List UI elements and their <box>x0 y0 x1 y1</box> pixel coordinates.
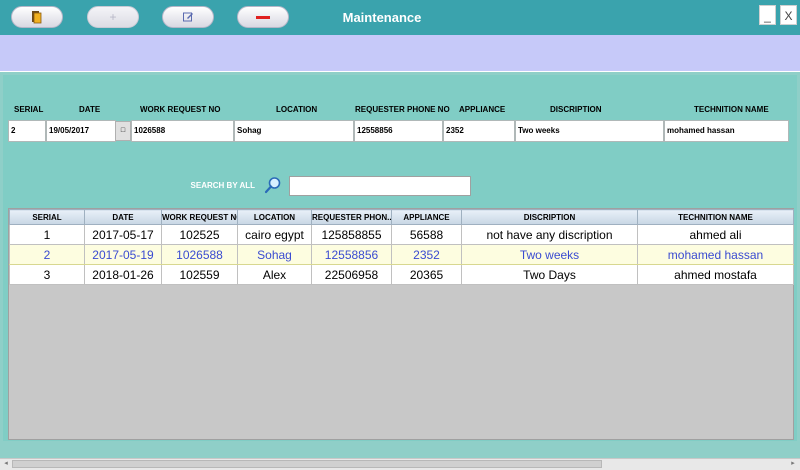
appliance-field[interactable]: 2352 <box>443 120 515 142</box>
edit-button[interactable] <box>162 6 214 28</box>
cell-work-request-no[interactable]: 1026588 <box>161 244 238 265</box>
cell-requester-phone[interactable]: 12558856 <box>311 244 392 265</box>
delete-button[interactable] <box>237 6 289 28</box>
cell-date[interactable]: 2017-05-19 <box>84 244 162 265</box>
close-button[interactable]: X <box>780 5 797 25</box>
work-request-no-field[interactable]: 1026588 <box>131 120 234 142</box>
cell-location[interactable]: Sohag <box>237 244 312 265</box>
cell-appliance[interactable]: 2352 <box>391 244 462 265</box>
table-header-row: SERIAL DATE WORK REQUEST NO LOCATION REQ… <box>9 209 794 225</box>
cell-work-request-no[interactable]: 102525 <box>161 224 238 245</box>
cell-serial[interactable]: 2 <box>9 244 85 265</box>
search-label: SEARCH BY ALL <box>190 181 255 190</box>
date-field[interactable]: 19/05/2017 <box>46 120 116 142</box>
location-field[interactable]: Sohag <box>234 120 354 142</box>
form-header-date: DATE <box>79 105 101 114</box>
cell-location[interactable]: Alex <box>237 264 312 285</box>
cell-technition-name[interactable]: mohamed hassan <box>637 244 794 265</box>
form-header-requester-phone-no: REQUESTER PHONE NO <box>355 105 450 114</box>
column-header-discription[interactable]: DISCRIPTION <box>461 209 638 225</box>
minimize-button[interactable]: _ <box>759 5 776 25</box>
search-icon[interactable] <box>264 176 282 194</box>
cell-requester-phone[interactable]: 22506958 <box>311 264 392 285</box>
requester-phone-no-field[interactable]: 12558856 <box>354 120 443 142</box>
form-header-work-request-no: WORK REQUEST NO <box>140 105 221 114</box>
records-table: SERIAL DATE WORK REQUEST NO LOCATION REQ… <box>9 209 794 285</box>
cell-discription[interactable]: Two weeks <box>461 244 638 265</box>
form-header-discription: DISCRIPTION <box>550 105 602 114</box>
discription-field[interactable]: Two weeks <box>515 120 664 142</box>
cell-appliance[interactable]: 20365 <box>391 264 462 285</box>
cell-serial[interactable]: 3 <box>9 264 85 285</box>
table-row[interactable]: 3 2018-01-26 102559 Alex 22506958 20365 … <box>9 264 794 285</box>
cell-date[interactable]: 2018-01-26 <box>84 264 162 285</box>
cell-technition-name[interactable]: ahmed ali <box>637 224 794 245</box>
cell-discription[interactable]: Two Days <box>461 264 638 285</box>
toolbar <box>0 35 800 71</box>
cell-location[interactable]: cairo egypt <box>237 224 312 245</box>
cell-serial[interactable]: 1 <box>9 224 85 245</box>
column-header-technition-name[interactable]: TECHNITION NAME <box>637 209 794 225</box>
table-row-selected[interactable]: 2 2017-05-19 1026588 Sohag 12558856 2352… <box>9 244 794 265</box>
add-button[interactable]: + <box>87 6 139 28</box>
open-button[interactable] <box>11 6 63 28</box>
cell-date[interactable]: 2017-05-17 <box>84 224 162 245</box>
minus-icon <box>256 15 270 19</box>
cell-appliance[interactable]: 56588 <box>391 224 462 245</box>
column-header-date[interactable]: DATE <box>84 209 162 225</box>
date-picker-button[interactable]: □ <box>115 121 131 141</box>
folder-icon <box>32 11 42 24</box>
plus-icon: + <box>109 10 117 24</box>
cell-discription[interactable]: not have any discription <box>461 224 638 245</box>
cell-technition-name[interactable]: ahmed mostafa <box>637 264 794 285</box>
column-header-serial[interactable]: SERIAL <box>9 209 85 225</box>
technition-name-field[interactable]: mohamed hassan <box>664 120 789 142</box>
scroll-left-arrow-icon[interactable]: ◂ <box>1 459 11 469</box>
form-header-appliance: APPLIANCE <box>459 105 506 114</box>
form-header-serial: SERIAL <box>14 105 44 114</box>
column-header-appliance[interactable]: APPLIANCE <box>391 209 462 225</box>
table-row[interactable]: 1 2017-05-17 102525 cairo egypt 12585885… <box>9 224 794 245</box>
column-header-location[interactable]: LOCATION <box>237 209 312 225</box>
form-header-technition-name: TECHNITION NAME <box>694 105 769 114</box>
serial-field[interactable]: 2 <box>8 120 46 142</box>
form-header-location: LOCATION <box>276 105 318 114</box>
cell-requester-phone[interactable]: 125858855 <box>311 224 392 245</box>
search-input[interactable] <box>289 176 471 196</box>
column-header-requester-phone[interactable]: REQUESTER PHON... <box>311 209 392 225</box>
cell-work-request-no[interactable]: 102559 <box>161 264 238 285</box>
column-header-work-request-no[interactable]: WORK REQUEST NO <box>161 209 238 225</box>
scroll-right-arrow-icon[interactable]: ▸ <box>788 459 798 469</box>
edit-icon <box>183 12 193 22</box>
scrollbar-thumb[interactable] <box>12 460 602 468</box>
